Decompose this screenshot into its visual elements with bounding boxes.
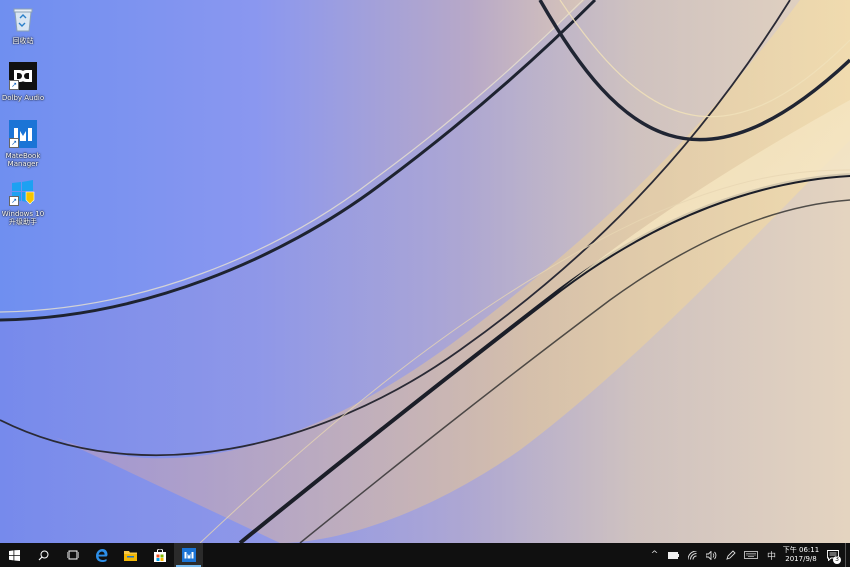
recycle-bin-icon <box>8 4 38 34</box>
input-method-indicator: 中 <box>766 551 776 562</box>
search-icon <box>38 550 49 560</box>
shortcut-arrow-icon: ↗ <box>9 196 19 206</box>
desktop-icon-label: MateBook Manager <box>5 152 41 168</box>
volume-button[interactable] <box>702 543 721 567</box>
file-explorer-button[interactable] <box>116 543 145 567</box>
desktop-icon-label: Dolby Audio <box>1 94 45 102</box>
file-explorer-icon <box>124 550 137 561</box>
task-view-button[interactable] <box>58 543 87 567</box>
desktop-icon-label: 回收站 <box>12 37 34 45</box>
chevron-up-icon: ^ <box>650 550 659 560</box>
matebook-manager-icon: ↗ <box>8 119 38 149</box>
battery-button[interactable] <box>664 543 683 567</box>
dolby-audio-icon: ↗ <box>8 61 38 91</box>
wifi-icon <box>687 550 697 560</box>
desktop: 回收站 ↗ Dolby Audio ↗ MateBook Manager ↗ W… <box>0 0 850 543</box>
shortcut-arrow-icon: ↗ <box>9 138 19 148</box>
store-icon <box>153 548 166 562</box>
clock[interactable]: 下午 06:11 2017/9/8 <box>781 543 821 567</box>
system-tray: ^ 中 下午 06:11 2017/9/8 3 <box>645 543 850 567</box>
network-button[interactable] <box>683 543 702 567</box>
clock-time: 下午 06:11 <box>782 546 820 554</box>
matebook-manager-taskbar-button[interactable] <box>174 543 203 567</box>
wallpaper <box>0 0 850 543</box>
desktop-icon-windows-upgrade[interactable]: ↗ Windows 10 升级助手 <box>0 177 46 226</box>
notification-count-badge: 3 <box>833 556 841 564</box>
matebook-manager-icon <box>181 548 196 562</box>
shortcut-arrow-icon: ↗ <box>9 80 19 90</box>
show-hidden-icons-button[interactable]: ^ <box>645 543 664 567</box>
desktop-icon-label: Windows 10 升级助手 <box>1 210 45 226</box>
windows-upgrade-icon: ↗ <box>8 177 38 207</box>
clock-date: 2017/9/8 <box>785 555 817 563</box>
desktop-icon-dolby-audio[interactable]: ↗ Dolby Audio <box>0 61 46 102</box>
input-method-button[interactable]: 中 <box>762 543 781 567</box>
edge-button[interactable] <box>87 543 116 567</box>
pen-icon <box>725 550 736 560</box>
action-center-button[interactable]: 3 <box>821 543 845 567</box>
pen-workspace-button[interactable] <box>721 543 740 567</box>
start-button[interactable] <box>0 543 29 567</box>
battery-icon <box>668 551 679 559</box>
task-view-icon <box>66 550 79 560</box>
touch-keyboard-button[interactable] <box>740 543 762 567</box>
edge-icon <box>96 548 108 562</box>
store-button[interactable] <box>145 543 174 567</box>
start-icon <box>9 549 20 561</box>
taskbar: ^ 中 下午 06:11 2017/9/8 3 <box>0 543 850 567</box>
desktop-icon-recycle-bin[interactable]: 回收站 <box>0 4 46 45</box>
show-desktop-button[interactable] <box>845 543 850 567</box>
speaker-icon <box>706 550 717 560</box>
desktop-icon-matebook-manager[interactable]: ↗ MateBook Manager <box>0 119 46 168</box>
search-button[interactable] <box>29 543 58 567</box>
keyboard-icon <box>744 551 758 559</box>
